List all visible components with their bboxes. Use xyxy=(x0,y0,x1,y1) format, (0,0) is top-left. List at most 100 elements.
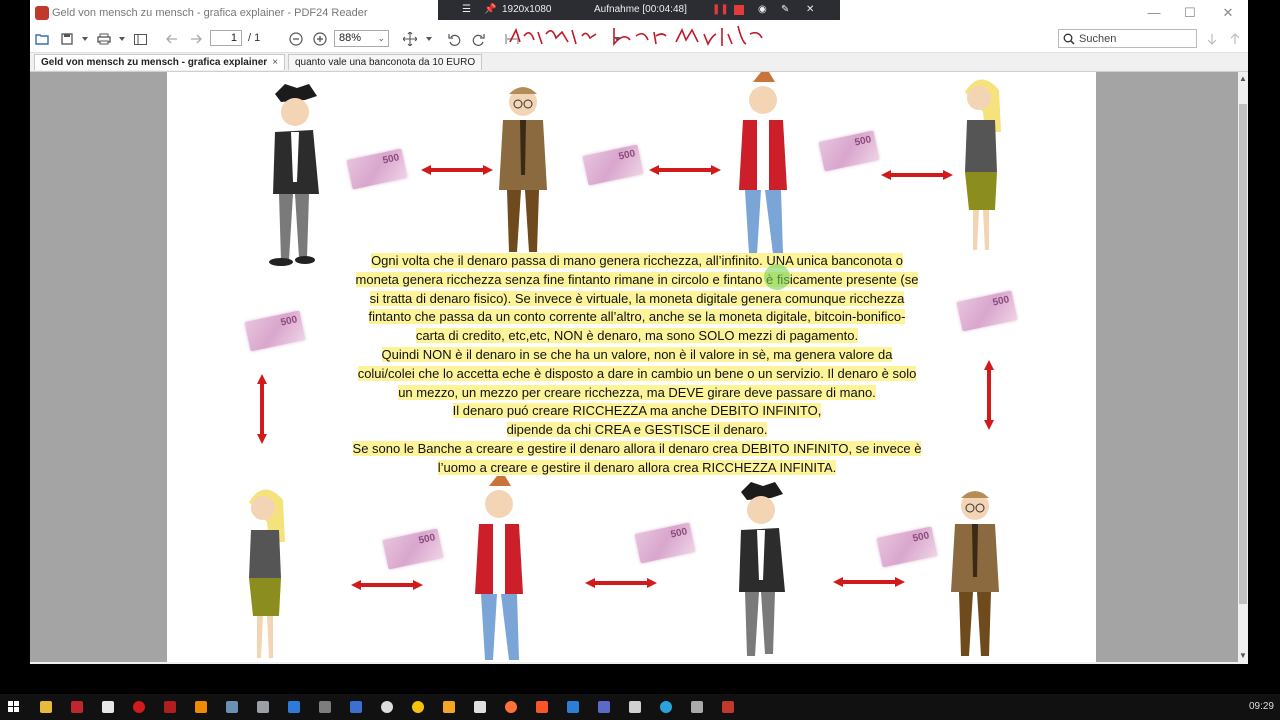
back-arrow-icon[interactable] xyxy=(162,29,182,49)
move-icon[interactable] xyxy=(400,29,420,49)
close-recorder-icon[interactable]: ✕ xyxy=(806,4,814,15)
app-icon[interactable] xyxy=(164,701,176,713)
app-icon[interactable] xyxy=(629,701,641,713)
app-icon[interactable] xyxy=(350,701,362,713)
screen-recorder-bar: ☰ 📌 1920x1080 Aufnahme [00:04:48] ❚❚ ◉ ✎… xyxy=(438,0,840,20)
scroll-thumb[interactable] xyxy=(1239,104,1247,604)
search-icon xyxy=(1063,33,1075,45)
document-tabs: Geld von mensch zu mensch - grafica expl… xyxy=(30,53,1248,72)
banknote-value: 500 xyxy=(279,314,299,329)
text-line: Quindi NON è il denaro in se che ha un v… xyxy=(381,346,893,362)
pdf-page: 500 500 500 500 500 500 500 500 Ogni vol… xyxy=(167,72,1096,662)
app-icon[interactable] xyxy=(257,701,269,713)
app-icon[interactable] xyxy=(288,701,300,713)
banknote-500-image: 500 xyxy=(634,522,696,564)
text-line: Il denaro puó creare RICCHEZZA ma anche … xyxy=(452,403,822,419)
recorder-icon[interactable] xyxy=(133,701,145,713)
search-placeholder: Suchen xyxy=(1079,33,1117,45)
move-dropdown-icon[interactable] xyxy=(426,37,432,41)
stop-icon[interactable] xyxy=(734,5,744,15)
text-line: carta di credito, etc,etc, NON è denaro,… xyxy=(415,328,859,344)
telegram-icon[interactable] xyxy=(660,701,672,713)
pin-icon[interactable]: 📌 xyxy=(484,4,496,15)
print-icon[interactable] xyxy=(94,29,114,49)
save-dropdown-icon[interactable] xyxy=(82,37,88,41)
text-line: fintanto che passa da un conto corrente … xyxy=(368,309,906,325)
pdf24-app-icon xyxy=(35,6,49,20)
pdf24-taskbar-icon[interactable] xyxy=(722,701,734,713)
zoom-out-icon[interactable] xyxy=(286,29,306,49)
sidebar-toggle-icon[interactable] xyxy=(130,29,150,49)
app-icon[interactable] xyxy=(567,701,579,713)
text-line: colui/colei che lo accetta eche è dispos… xyxy=(357,365,917,381)
tab-geld-von-mensch[interactable]: Geld von mensch zu mensch - grafica expl… xyxy=(34,54,286,70)
taskbar-clock: 09:29 xyxy=(1248,701,1274,712)
notepad-icon[interactable] xyxy=(102,701,114,713)
brave-icon[interactable] xyxy=(536,701,548,713)
double-arrow-icon xyxy=(649,165,721,175)
text-line: moneta genera ricchezza senza fine finta… xyxy=(355,271,919,287)
minimize-button[interactable]: — xyxy=(1140,4,1168,22)
double-arrow-icon xyxy=(984,360,994,430)
tab-close-icon[interactable]: × xyxy=(272,57,278,68)
page-total: / 1 xyxy=(248,32,261,44)
person-glasses-illustration xyxy=(499,87,547,252)
search-down-arrow-icon[interactable] xyxy=(1202,29,1222,49)
open-folder-icon[interactable] xyxy=(32,29,52,49)
double-arrow-icon xyxy=(585,578,657,588)
banknote-500-image: 500 xyxy=(346,148,408,190)
zoom-in-icon[interactable] xyxy=(310,29,330,49)
app-icon[interactable] xyxy=(443,701,455,713)
scroll-up-icon[interactable]: ▲ xyxy=(1239,74,1247,83)
camera-icon[interactable]: ◉ xyxy=(758,4,767,15)
rotate-left-icon[interactable] xyxy=(444,29,464,49)
zoom-value: 88% xyxy=(339,32,362,44)
text-line: dipende da chi CREA e GESTISCE il denaro… xyxy=(506,422,768,438)
banknote-500-image: 500 xyxy=(876,526,938,568)
banknote-value: 500 xyxy=(991,294,1011,309)
app-icon[interactable] xyxy=(474,701,486,713)
forward-arrow-icon[interactable] xyxy=(186,29,206,49)
tab-banconota[interactable]: quanto vale una banconota da 10 EURO xyxy=(288,54,483,70)
app-icon[interactable] xyxy=(598,701,610,713)
vlc-icon[interactable] xyxy=(195,701,207,713)
file-explorer-icon[interactable] xyxy=(40,701,52,713)
scroll-down-icon[interactable]: ▼ xyxy=(1239,651,1247,660)
app-icon[interactable] xyxy=(381,701,393,713)
app-icon[interactable] xyxy=(226,701,238,713)
app-icon[interactable] xyxy=(319,701,331,713)
tab-label: quanto vale una banconota da 10 EURO xyxy=(295,57,476,68)
banknote-value: 500 xyxy=(617,148,637,163)
handwritten-annotation xyxy=(509,25,763,47)
banknote-value: 500 xyxy=(853,134,873,149)
print-dropdown-icon[interactable] xyxy=(119,37,125,41)
filezilla-icon[interactable] xyxy=(71,701,83,713)
windows-start-icon[interactable] xyxy=(8,701,20,713)
close-button[interactable]: ✕ xyxy=(1214,4,1242,22)
document-viewer[interactable]: 500 500 500 500 500 500 500 500 Ogni vol… xyxy=(30,72,1238,662)
banknote-500-image: 500 xyxy=(382,528,444,570)
vertical-scrollbar[interactable]: ▲ ▼ xyxy=(1238,72,1248,662)
banknote-value: 500 xyxy=(669,526,689,541)
banknote-value: 500 xyxy=(417,532,437,547)
search-input[interactable]: Suchen xyxy=(1058,29,1197,48)
windows-taskbar: 09:29 xyxy=(0,694,1280,720)
chrome-icon[interactable] xyxy=(412,701,424,713)
double-arrow-icon xyxy=(833,577,905,587)
person-blonde-woman-illustration xyxy=(249,489,285,658)
maximize-button[interactable]: ☐ xyxy=(1176,4,1204,22)
search-up-arrow-icon[interactable] xyxy=(1225,29,1245,49)
zoom-select[interactable]: 88% ⌄ xyxy=(334,30,389,47)
rotate-right-icon[interactable] xyxy=(468,29,488,49)
save-icon[interactable] xyxy=(57,29,77,49)
app-icon[interactable] xyxy=(691,701,703,713)
firefox-icon[interactable] xyxy=(505,701,517,713)
menu-icon[interactable]: ☰ xyxy=(462,4,471,15)
pen-icon[interactable]: ✎ xyxy=(781,4,789,15)
double-arrow-icon xyxy=(881,170,953,180)
page-number-input[interactable]: 1 xyxy=(210,30,242,46)
banknote-500-image: 500 xyxy=(818,130,880,172)
pause-icon[interactable]: ❚❚ xyxy=(712,4,729,15)
banknote-value: 500 xyxy=(911,530,931,545)
mouse-cursor-highlight xyxy=(764,264,790,290)
